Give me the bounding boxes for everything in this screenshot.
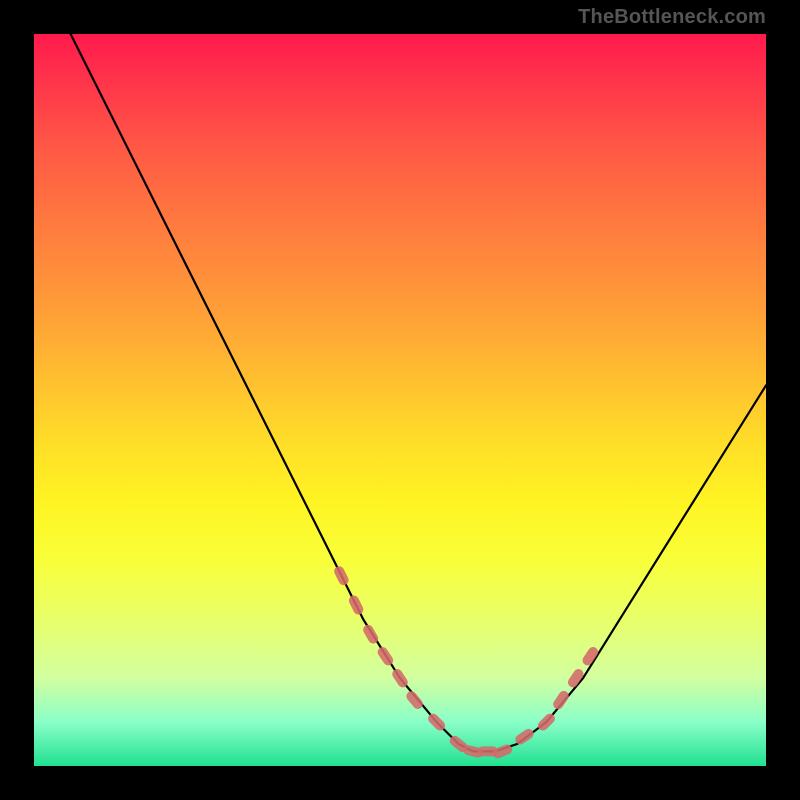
marker-segment xyxy=(404,689,424,711)
curve-svg xyxy=(34,34,766,766)
marker-segment xyxy=(332,565,350,587)
plot-area xyxy=(34,34,766,766)
bottleneck-curve xyxy=(34,34,766,751)
chart-frame: TheBottleneck.com xyxy=(0,0,800,800)
marker-segment xyxy=(347,594,365,616)
highlighted-markers xyxy=(332,565,600,760)
marker-segment xyxy=(551,689,570,711)
attribution-label: TheBottleneck.com xyxy=(578,6,766,29)
